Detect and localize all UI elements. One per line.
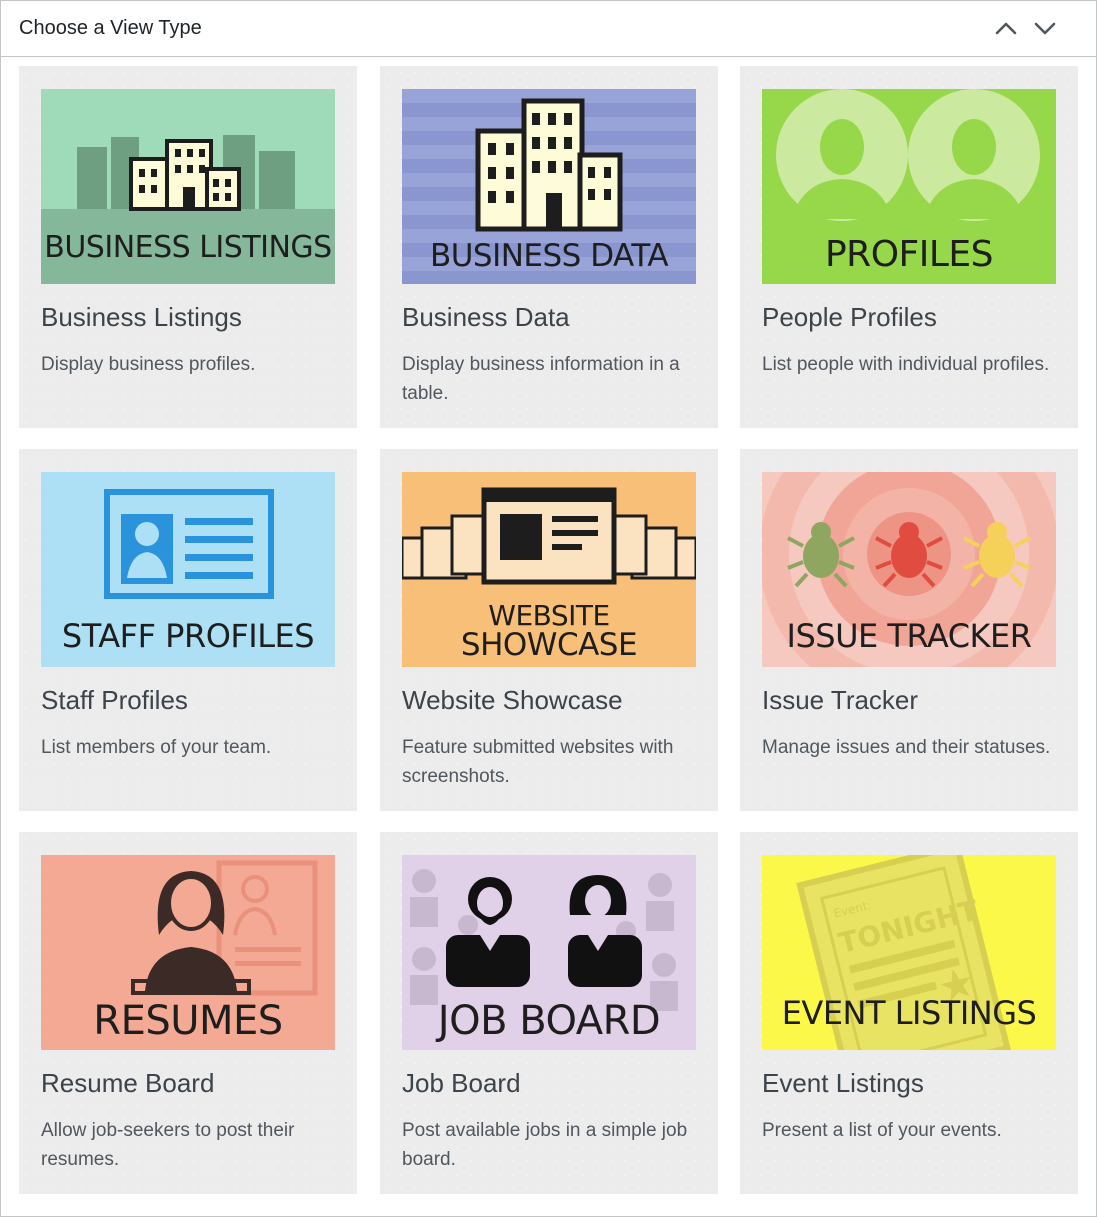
chevron-up-icon bbox=[991, 13, 1021, 43]
thumbnail-label: PROFILES bbox=[824, 234, 994, 275]
view-type-card-website-showcase[interactable]: WEBSITE SHOWCASE Website Showcase Featur… bbox=[380, 449, 718, 811]
thumbnail-label: ISSUE TRACKER bbox=[786, 617, 1032, 655]
chevron-down-icon bbox=[1030, 13, 1060, 43]
staff-profiles-thumbnail: STAFF PROFILES bbox=[41, 472, 335, 667]
job-board-thumbnail: JOB BOARD bbox=[402, 855, 696, 1050]
view-type-card-business-data[interactable]: BUSINESS DATA Business Data Display busi… bbox=[380, 66, 718, 428]
people-profiles-thumbnail: PROFILES bbox=[762, 89, 1056, 284]
card-description: Feature submitted websites with screensh… bbox=[402, 737, 674, 787]
panel-title: Choose a View Type bbox=[19, 17, 202, 39]
view-type-card-resume-board[interactable]: RESUMES Resume Board Allow job-seekers t… bbox=[19, 832, 357, 1194]
card-title: Business Data bbox=[402, 302, 570, 332]
thumbnail-label: WEBSITE bbox=[488, 599, 610, 632]
business-data-thumbnail: BUSINESS DATA bbox=[402, 89, 696, 284]
card-title: Resume Board bbox=[41, 1068, 215, 1098]
thumbnail-label: RESUMES bbox=[93, 998, 283, 1044]
thumbnail-label: STAFF PROFILES bbox=[61, 617, 315, 655]
thumbnail-label: BUSINESS DATA bbox=[429, 238, 669, 274]
event-listings-thumbnail: Event: TONIGHT EVENT LISTINGS bbox=[762, 855, 1056, 1050]
thumbnail-label: SHOWCASE bbox=[460, 627, 638, 663]
view-type-card-business-listings[interactable]: BUSINESS LISTINGS Business Listings Disp… bbox=[19, 66, 357, 428]
card-title: Event Listings bbox=[762, 1068, 924, 1098]
card-description: Display business profiles. bbox=[41, 354, 256, 375]
card-description: Post available jobs in a simple job boar… bbox=[402, 1120, 688, 1170]
view-type-card-job-board[interactable]: JOB BOARD Job Board Post available jobs … bbox=[380, 832, 718, 1194]
view-type-grid: BUSINESS LISTINGS Business Listings Disp… bbox=[19, 66, 1080, 1196]
card-title: People Profiles bbox=[762, 302, 937, 332]
issue-tracker-thumbnail: ISSUE TRACKER bbox=[762, 472, 1056, 667]
card-title: Staff Profiles bbox=[41, 685, 188, 715]
view-type-card-people-profiles[interactable]: PROFILES People Profiles List people wit… bbox=[740, 66, 1078, 428]
move-down-button[interactable] bbox=[1030, 13, 1060, 43]
panel-header: Choose a View Type bbox=[1, 1, 1096, 57]
resume-board-thumbnail: RESUMES bbox=[41, 855, 335, 1050]
view-type-panel: Choose a View Type BUSINESS LISTINGS Bus… bbox=[0, 0, 1097, 1217]
card-description: List members of your team. bbox=[41, 737, 272, 758]
card-description: Present a list of your events. bbox=[762, 1120, 1002, 1141]
website-showcase-thumbnail: WEBSITE SHOWCASE bbox=[402, 472, 696, 667]
thumbnail-label: BUSINESS LISTINGS bbox=[44, 230, 332, 265]
move-up-button[interactable] bbox=[991, 13, 1021, 43]
card-description: List people with individual profiles. bbox=[762, 354, 1050, 375]
view-type-card-staff-profiles[interactable]: STAFF PROFILES Staff Profiles List membe… bbox=[19, 449, 357, 811]
card-title: Issue Tracker bbox=[762, 685, 919, 715]
card-description: Allow job-seekers to post their resumes. bbox=[41, 1120, 295, 1170]
view-type-card-issue-tracker[interactable]: ISSUE TRACKER Issue Tracker Manage issue… bbox=[740, 449, 1078, 811]
card-description: Display business information in a table. bbox=[402, 354, 680, 404]
thumbnail-label: JOB BOARD bbox=[437, 998, 661, 1044]
thumbnail-label: EVENT LISTINGS bbox=[781, 994, 1037, 1032]
card-description: Manage issues and their statuses. bbox=[762, 737, 1051, 758]
card-title: Business Listings bbox=[41, 302, 242, 332]
card-title: Job Board bbox=[402, 1068, 521, 1098]
business-listings-thumbnail: BUSINESS LISTINGS bbox=[41, 89, 335, 284]
card-title: Website Showcase bbox=[402, 685, 623, 715]
view-type-card-event-listings[interactable]: Event: TONIGHT EVENT LISTINGS Event List… bbox=[740, 832, 1078, 1194]
